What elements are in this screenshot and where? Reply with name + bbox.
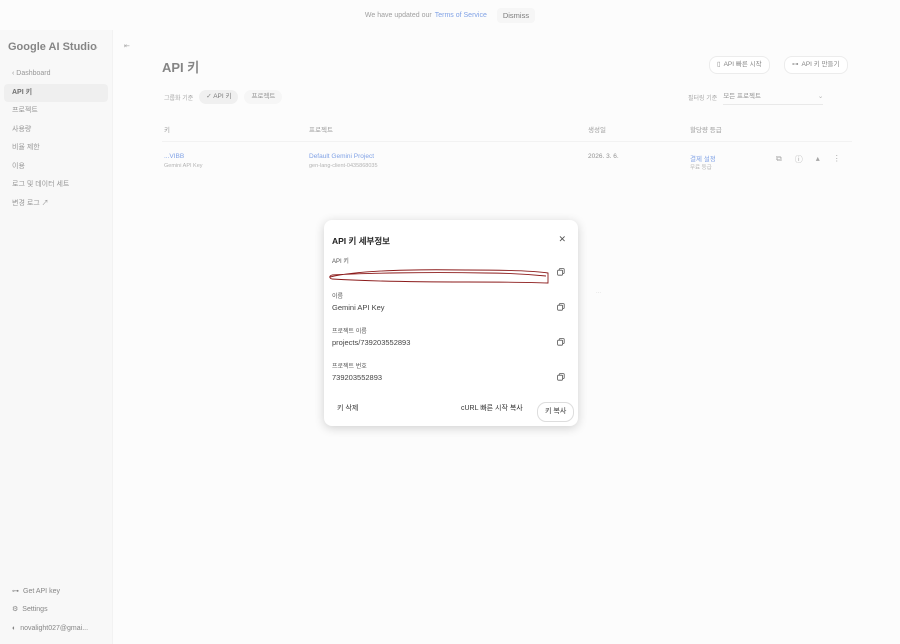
- name-label: 이름: [332, 294, 344, 300]
- copy-curl-quickstart-button[interactable]: cURL 빠른 시작 복사: [461, 403, 523, 413]
- name-value: Gemini API Key: [332, 303, 385, 312]
- copy-icon[interactable]: [557, 373, 565, 381]
- project-name-value: projects/739203552893: [332, 338, 411, 347]
- copy-key-button[interactable]: 키 복사: [537, 402, 575, 422]
- close-icon[interactable]: ✕: [558, 234, 566, 245]
- api-key-details-dialog: API 키 세부정보 ✕ API 키 이름 Gemini API Key 프로젝…: [324, 220, 578, 426]
- project-name-label: 프로젝트 이름: [332, 329, 367, 335]
- copy-icon[interactable]: [557, 303, 565, 311]
- copy-icon[interactable]: [557, 338, 565, 346]
- copy-icon[interactable]: [557, 268, 565, 276]
- api-key-label: API 키: [332, 259, 349, 265]
- delete-key-button[interactable]: 키 삭제: [337, 403, 358, 413]
- dialog-title: API 키 세부정보: [332, 236, 390, 246]
- redaction-scribble: [329, 269, 549, 284]
- project-number-value: 739203552893: [332, 373, 383, 382]
- project-number-label: 프로젝트 번호: [332, 364, 367, 370]
